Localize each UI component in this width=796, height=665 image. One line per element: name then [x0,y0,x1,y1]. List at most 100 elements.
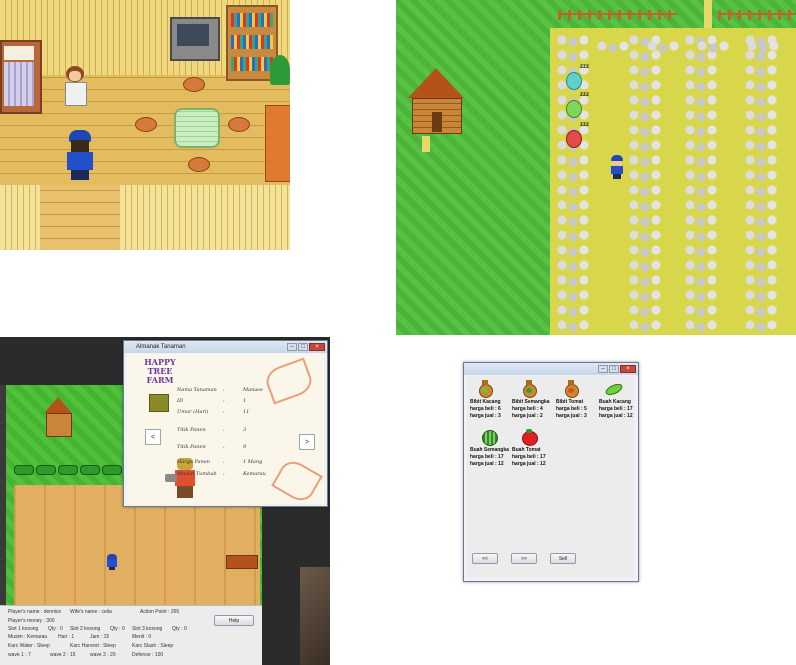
stone-cluster [744,244,778,258]
stone-cluster [556,214,590,228]
seed-bag-icon[interactable] [563,379,579,398]
previous-plant-button[interactable]: < [145,429,161,445]
leaf-decoration [271,456,323,504]
next-page-button[interactable]: >> [511,553,537,564]
stone-cluster [684,199,718,213]
round-table-sprite [174,108,220,148]
path-strip [422,136,430,152]
help-button[interactable]: Help [214,615,254,626]
shop-item-name: Buah Kacang [599,399,631,405]
hedge-bush [102,465,122,475]
stone-cluster [628,259,662,273]
sleep-indicator: zzz [580,64,589,70]
stone-cluster [684,304,718,318]
previous-page-button[interactable]: << [472,553,498,564]
field-value: Manase [243,387,263,393]
stone-cluster [684,244,718,258]
rock-decoration [300,567,330,665]
shop-item-buy-price: harga beli : 6 [470,406,501,412]
stool-sprite [135,117,157,132]
stone-cluster [744,229,778,243]
maximize-button[interactable]: □ [609,365,619,373]
field-label: Harga Panen [177,459,211,465]
stone-cluster [744,124,778,138]
bean-icon[interactable] [603,381,625,399]
fence-sprite [558,10,678,20]
maximize-button[interactable]: □ [298,343,308,351]
path-strip [704,0,712,28]
stone-cluster [684,214,718,228]
player-status-panel: Player's name : dennice Wife's name : ce… [0,605,262,665]
stone-cluster [744,64,778,78]
leaf-decoration [262,357,316,405]
wife-character-sprite [62,66,88,106]
player-name-text: Player's name : dennice [8,609,62,615]
field-label: Titik Panen [177,427,206,433]
stone-cluster [628,64,662,78]
sell-button[interactable]: Sell [550,553,576,564]
stone-cluster [744,94,778,108]
hedge-bush [58,465,78,475]
hedge-bush [14,465,34,475]
stone-cluster [684,154,718,168]
field-sep: : [223,398,225,404]
stone-cluster [646,40,680,54]
stone-cluster [744,259,778,273]
house-interior-scene [0,0,290,250]
stone-cluster [556,184,590,198]
day-text: Hari : 1 [58,634,75,640]
shop-item-buy-price: harga beli : 5 [556,406,587,412]
shop-item-name: Bibit Semangka [512,399,550,405]
almanak-content: HAPPY TREE FARM < > Nama Tanaman : Manas… [127,354,324,504]
stone-cluster [556,274,590,288]
next-plant-button[interactable]: > [299,434,315,450]
stone-cluster [744,214,778,228]
stool-sprite [228,117,250,132]
stool-sprite [183,77,205,92]
tomato-icon[interactable] [521,428,538,446]
cabinet-sprite [265,105,290,182]
shop-item-name: Bibit Tomat [556,399,584,405]
shop-item-sell-price: harga jual : 2 [512,413,543,419]
stone-cluster [744,289,778,303]
karc-slash-text: Karc Slash : Sleep [132,643,174,649]
watermelon-icon[interactable] [481,428,498,446]
stone-cluster [684,64,718,78]
stone-cluster [684,94,718,108]
player-money-text: Player's money : 300 [8,618,55,624]
close-button[interactable]: × [309,343,325,351]
stone-cluster [684,229,718,243]
plant-image [149,394,169,412]
sleep-indicator: zzz [580,92,589,98]
minimize-button[interactable]: – [287,343,297,351]
stone-cluster [684,184,718,198]
field-value: 3 [243,427,247,433]
close-button[interactable]: × [620,365,636,373]
stone-cluster [684,124,718,138]
stone-cluster [744,274,778,288]
stone-cluster [628,199,662,213]
stone-cluster [684,289,718,303]
field-label: Umur (Hari) [177,409,209,415]
wave1-text: wave 1 : 7 [8,652,31,658]
shop-item-buy-price: harga beli : 17 [470,454,504,460]
field-sep: : [223,471,225,477]
defense-text: Defense : 100 [132,652,164,658]
shop-item-buy-price: harga beli : 17 [512,454,546,460]
farmhouse-sprite [408,68,464,136]
television-sprite [170,17,220,61]
wife-name-text: Wife's name : celia [70,609,112,615]
stone-cluster [696,40,730,54]
seed-bag-icon[interactable] [477,379,493,398]
stone-cluster [744,319,778,333]
seed-bag-icon[interactable] [521,379,537,398]
shop-titlebar: – □ × [464,363,638,375]
season-text: Musim : Kemarau [8,634,48,640]
minute-text: Menit : 0 [132,634,152,640]
sleeping-helper-sprite [566,100,582,118]
field-value: 1 [243,398,247,404]
bed-sprite [0,40,42,114]
stone-cluster [744,109,778,123]
sleeping-helper-sprite [566,72,582,90]
minimize-button[interactable]: – [598,365,608,373]
